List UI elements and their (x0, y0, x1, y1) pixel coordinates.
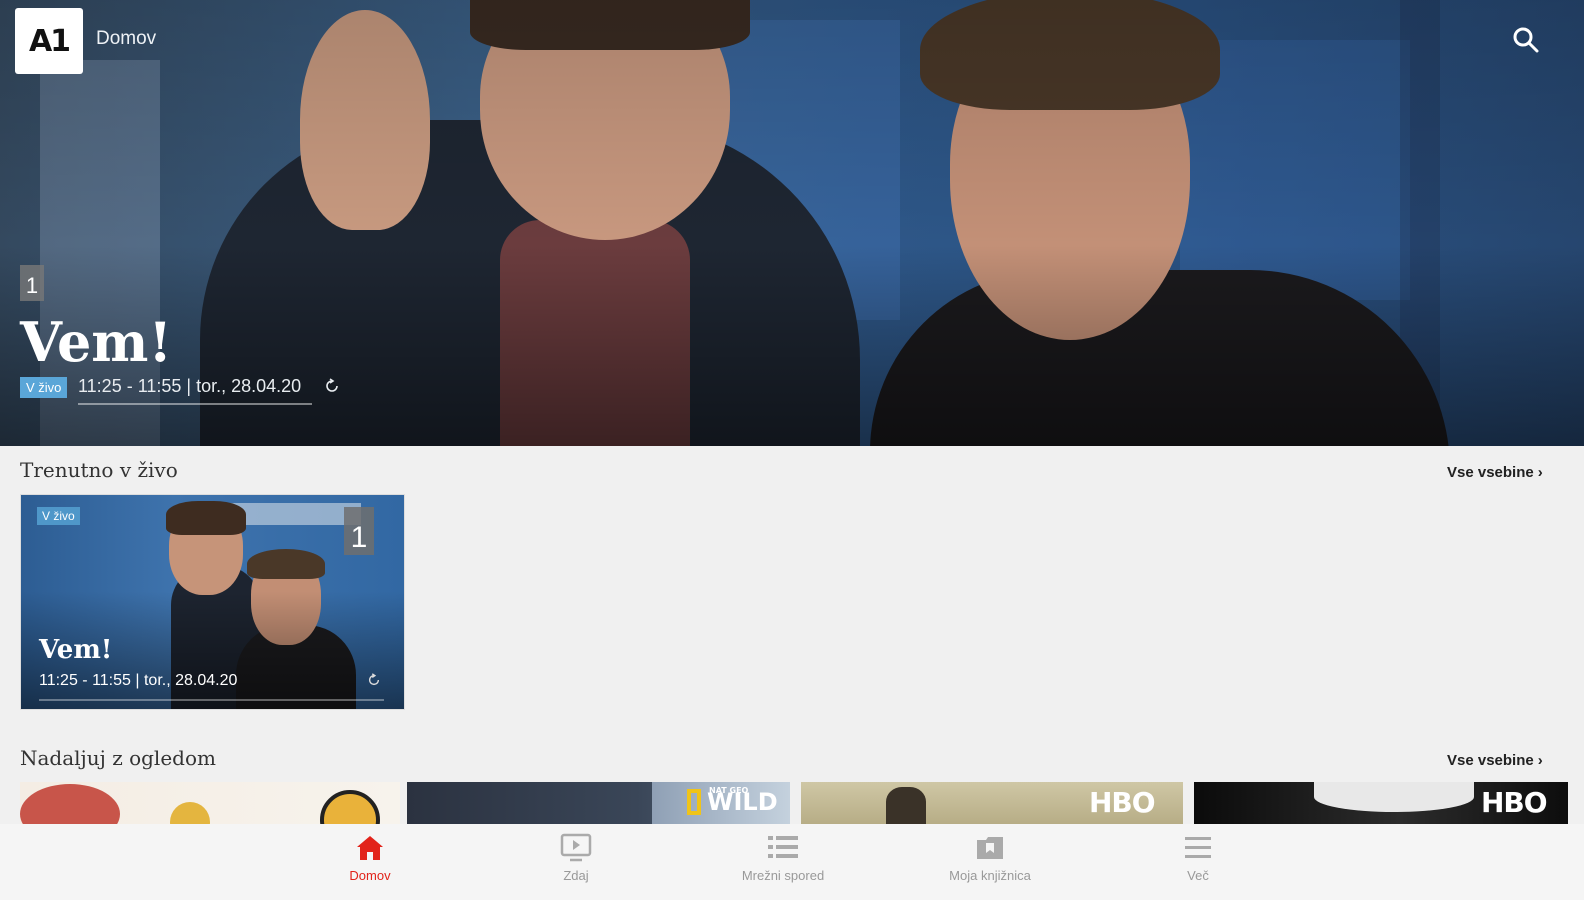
card-title: Vem! (39, 635, 113, 665)
list-icon (768, 836, 798, 858)
hero-banner[interactable]: 1 Vem! V živo 11:25 - 11:55 | tor., 28.0… (0, 0, 1584, 446)
nav-label: Več (1187, 868, 1209, 883)
bottom-navigation: Domov Zdaj Mrežni spored Moja knjižnica … (0, 824, 1584, 900)
nav-item-library[interactable]: Moja knjižnica (920, 832, 1060, 883)
home-icon (357, 836, 383, 860)
section-title-continue: Nadaljuj z ogledom (20, 746, 216, 770)
see-all-live-link[interactable]: Vse vsebine › (1447, 464, 1543, 481)
natgeo-wild-logo: NAT GEO WILD (687, 786, 778, 816)
nav-label: Moja knjižnica (949, 868, 1031, 883)
hero-title: Vem! (20, 310, 173, 374)
continue-thumbnail[interactable]: HBO (1194, 782, 1568, 824)
live-badge: V živo (20, 377, 68, 398)
card-progress-bar (39, 699, 384, 701)
cartoon-shape (20, 784, 120, 824)
live-badge: V živo (37, 507, 80, 525)
section-title-live: Trenutno v živo (20, 458, 178, 482)
nav-item-now[interactable]: Zdaj (506, 832, 646, 883)
nav-item-home[interactable]: Domov (300, 832, 440, 883)
continue-thumbnail[interactable] (20, 782, 400, 824)
channel-number-badge: 1 (344, 507, 374, 555)
live-program-card[interactable]: V živo 1 Vem! 11:25 - 11:55 | tor., 28.0… (20, 494, 405, 710)
hbo-logo: HBO (1089, 786, 1156, 819)
cartoon-shape (320, 790, 380, 824)
library-icon (977, 837, 1003, 859)
nav-label: Domov (349, 868, 391, 883)
restart-icon[interactable] (367, 673, 381, 687)
logo-text: A1 (28, 23, 71, 59)
see-all-label: Vse vsebine (1447, 752, 1534, 769)
nav-item-more[interactable]: Več (1128, 832, 1268, 883)
menu-icon (1185, 837, 1211, 858)
nav-item-schedule[interactable]: Mrežni spored (713, 832, 853, 883)
hbo-logo: HBO (1481, 786, 1548, 819)
tv-play-icon (560, 833, 592, 862)
restart-icon[interactable] (324, 378, 340, 394)
hero-progress-bar (78, 403, 312, 405)
search-icon[interactable] (1512, 26, 1540, 54)
cartoon-shape (170, 802, 210, 824)
nav-label: Mrežni spored (741, 868, 825, 883)
breadcrumb: Domov (96, 28, 157, 49)
see-all-continue-link[interactable]: Vse vsebine › (1447, 752, 1543, 769)
hero-time: 11:25 - 11:55 | tor., 28.04.20 (78, 376, 302, 396)
natgeo-sub-label: NAT GEO (709, 786, 749, 795)
animal-silhouette (886, 787, 926, 824)
see-all-label: Vse vsebine (1447, 464, 1534, 481)
channel-number-badge: 1 (20, 265, 44, 301)
continue-thumbnail[interactable]: HBO (801, 782, 1183, 824)
chevron-right-icon: › (1537, 752, 1543, 769)
thumbnail-highlight (1314, 782, 1474, 812)
card-time: 11:25 - 11:55 | tor., 28.04.20 (39, 672, 238, 689)
nav-label: Zdaj (563, 868, 589, 883)
a1-logo[interactable]: A1 (15, 8, 83, 74)
chevron-right-icon: › (1537, 464, 1543, 481)
continue-thumbnail[interactable]: NAT GEO WILD (407, 782, 790, 824)
natgeo-frame-icon (687, 789, 701, 815)
